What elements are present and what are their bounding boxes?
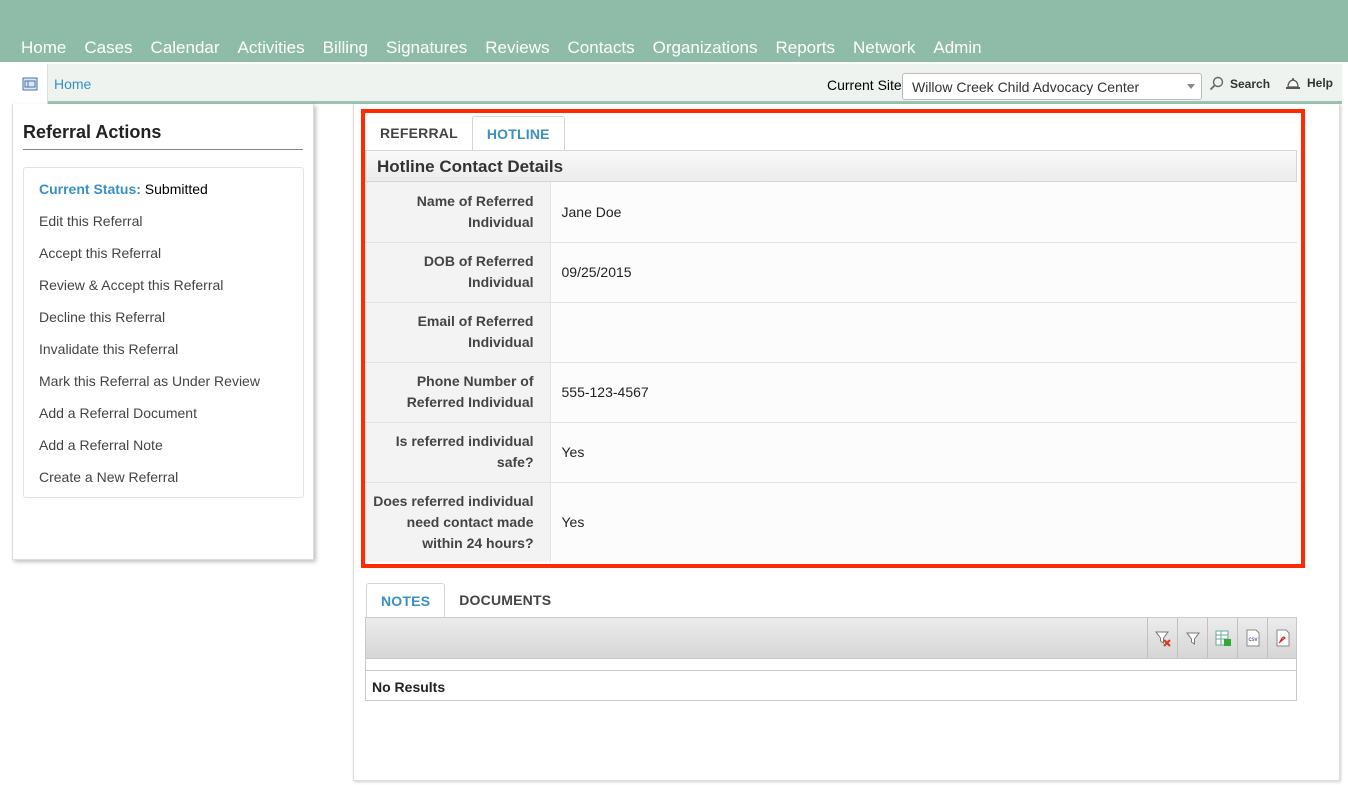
- notes-documents-tabs: NOTES DOCUMENTS: [366, 583, 565, 618]
- nav-calendar[interactable]: Calendar: [142, 36, 229, 60]
- export-csv-button[interactable]: csv: [1237, 618, 1267, 658]
- review-accept-referral-link[interactable]: Review & Accept this Referral: [39, 277, 260, 309]
- nav-admin[interactable]: Admin: [924, 36, 990, 60]
- search-button[interactable]: Search: [1209, 76, 1270, 91]
- nav-contacts[interactable]: Contacts: [559, 36, 644, 60]
- nav-signatures[interactable]: Signatures: [377, 36, 476, 60]
- current-site-value: Willow Creek Child Advocacy Center: [912, 79, 1140, 95]
- help-label: Help: [1307, 76, 1334, 90]
- detail-row-contact-24h: Does referred individual need contact ma…: [365, 482, 1297, 562]
- detail-row-phone: Phone Number of Referred Individual 555-…: [365, 362, 1297, 422]
- tab-hotline[interactable]: HOTLINE: [471, 116, 565, 151]
- help-bell-icon: [1286, 77, 1300, 89]
- detail-value: 555-123-4567: [550, 362, 1297, 422]
- detail-label: Is referred individual safe?: [365, 422, 551, 482]
- referral-actions-title: Referral Actions: [23, 122, 303, 150]
- nav-billing[interactable]: Billing: [314, 36, 377, 60]
- decline-referral-link[interactable]: Decline this Referral: [39, 309, 260, 341]
- detail-value: 09/25/2015: [550, 242, 1297, 302]
- invalidate-referral-link[interactable]: Invalidate this Referral: [39, 341, 260, 373]
- detail-row-dob: DOB of Referred Individual 09/25/2015: [365, 242, 1297, 302]
- top-navigation: Home Cases Calendar Activities Billing S…: [0, 0, 1348, 62]
- nav-cases[interactable]: Cases: [75, 36, 141, 60]
- hotline-details-table: Name of Referred Individual Jane Doe DOB…: [365, 182, 1297, 562]
- nav-reviews[interactable]: Reviews: [476, 36, 558, 60]
- nav-organizations[interactable]: Organizations: [644, 36, 767, 60]
- add-referral-note-link[interactable]: Add a Referral Note: [39, 437, 260, 469]
- edit-referral-link[interactable]: Edit this Referral: [39, 213, 260, 245]
- export-excel-button[interactable]: [1207, 618, 1237, 658]
- detail-value: Jane Doe: [550, 182, 1297, 242]
- notes-grid-empty-message: No Results: [365, 670, 1297, 701]
- accept-referral-link[interactable]: Accept this Referral: [39, 245, 260, 277]
- nav-reports[interactable]: Reports: [767, 36, 845, 60]
- export-excel-icon: [1215, 630, 1231, 646]
- referral-action-list: Edit this Referral Accept this Referral …: [39, 213, 260, 501]
- export-pdf-icon: [1276, 629, 1289, 647]
- referral-actions-box: Current Status: Submitted Edit this Refe…: [23, 167, 304, 498]
- current-site-label: Current Site: [827, 77, 902, 93]
- panel-toggle-icon: [22, 77, 37, 91]
- nav-home[interactable]: Home: [12, 36, 75, 60]
- create-new-referral-link[interactable]: Create a New Referral: [39, 469, 260, 501]
- current-status: Current Status: Submitted: [39, 181, 208, 197]
- referral-actions-panel: Referral Actions Current Status: Submitt…: [12, 104, 314, 560]
- help-button[interactable]: Help: [1285, 76, 1333, 90]
- notes-grid-toolbar: csv: [365, 617, 1297, 659]
- csv-text: csv: [1248, 637, 1257, 643]
- search-icon: [1209, 76, 1224, 91]
- breadcrumb-home-link[interactable]: Home: [54, 76, 91, 92]
- search-label: Search: [1230, 76, 1271, 91]
- tab-referral[interactable]: REFERRAL: [366, 116, 472, 151]
- detail-value: Yes: [550, 482, 1297, 562]
- detail-value: Yes: [550, 422, 1297, 482]
- current-site-select[interactable]: Willow Creek Child Advocacy Center: [902, 73, 1202, 100]
- detail-label: Name of Referred Individual: [365, 182, 551, 242]
- breadcrumb-bar: Home Current Site Willow Creek Child Adv…: [12, 64, 1342, 104]
- current-status-label: Current Status:: [39, 181, 141, 197]
- clear-filter-button[interactable]: [1147, 618, 1177, 658]
- detail-row-name: Name of Referred Individual Jane Doe: [365, 182, 1297, 242]
- detail-row-safe: Is referred individual safe? Yes: [365, 422, 1297, 482]
- export-csv-icon: csv: [1246, 629, 1259, 647]
- hotline-details-title: Hotline Contact Details: [365, 150, 1297, 182]
- nav-network[interactable]: Network: [844, 36, 924, 60]
- detail-label: Email of Referred Individual: [365, 302, 551, 362]
- export-pdf-button[interactable]: [1267, 618, 1297, 658]
- detail-label: Does referred individual need contact ma…: [365, 482, 551, 562]
- clear-filter-icon: [1154, 631, 1171, 647]
- add-referral-document-link[interactable]: Add a Referral Document: [39, 405, 260, 437]
- detail-row-email: Email of Referred Individual: [365, 302, 1297, 362]
- filter-button[interactable]: [1177, 618, 1207, 658]
- detail-value: [550, 302, 1297, 362]
- current-status-value: Submitted: [144, 181, 208, 197]
- tab-documents[interactable]: DOCUMENTS: [445, 583, 565, 618]
- detail-label: Phone Number of Referred Individual: [365, 362, 551, 422]
- referral-tabs: REFERRAL HOTLINE: [366, 116, 565, 151]
- filter-icon: [1185, 632, 1200, 645]
- mark-under-review-link[interactable]: Mark this Referral as Under Review: [39, 373, 260, 405]
- nav-activities[interactable]: Activities: [229, 36, 314, 60]
- main-content-panel: REFERRAL HOTLINE Hotline Contact Details…: [353, 104, 1340, 781]
- sidebar-toggle-button[interactable]: [12, 64, 48, 104]
- tab-notes[interactable]: NOTES: [366, 583, 446, 618]
- detail-label: DOB of Referred Individual: [365, 242, 551, 302]
- chevron-down-icon: [1187, 84, 1195, 89]
